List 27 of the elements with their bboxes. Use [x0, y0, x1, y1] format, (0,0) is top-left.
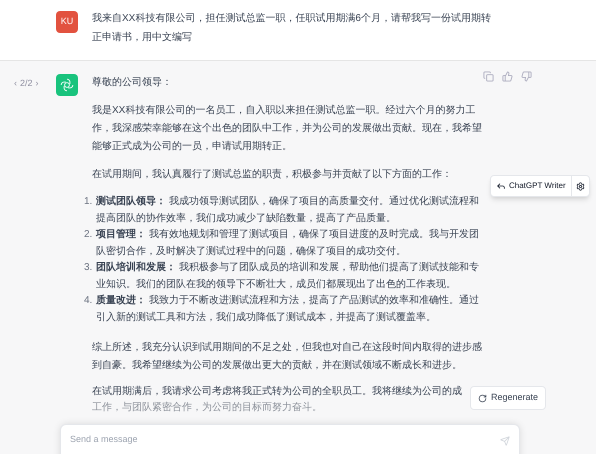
settings-icon: [576, 182, 585, 190]
list-item-text: 团队培训和发展： 我积极参与了团队成员的培训和发展，帮助他们提高了测试技能和专业知识。我们的团队在我的领导下不断壮大，成员们都展现出了出色的工作表现。: [96, 260, 480, 292]
list-item-text: 质量改进： 我致力于不断改进测试流程和方法，提高了产品测试的效率和准确性。通过引入新的测试工具和方法，我们成功降低了测试成本，并提高了测试覆盖率。: [96, 294, 480, 324]
list-item-text: 项目管理： 我有效地规划和管理了测试项目，确保了项目进度的及时完成。我与开发团队密切合作，及时解决了测试过程中的问题，确保了项目的成功交付。: [96, 228, 480, 258]
list-number: 3.: [84, 261, 94, 275]
thumbs-down-icon[interactable]: [521, 71, 532, 82]
list-number: 4.: [84, 294, 94, 308]
pager-count: 2/2: [20, 78, 33, 89]
send-icon[interactable]: [500, 436, 510, 446]
paragraph: 综上所述，我充分认识到试用期间的不足之处，但我也对自己在这段时间内取得的进步感到自豪。我希望继续为公司的发展做出更大的贡献，并在测试领域不断成长和进步。: [92, 340, 483, 373]
reply-icon: [496, 181, 506, 191]
paragraph: 在试用期间，我认真履行了测试总监的职责，积极参与并贡献了以下方面的工作：: [92, 168, 453, 182]
message-field[interactable]: Send a message: [60, 424, 520, 454]
list-item-text: 测试团队领导： 我成功领导测试团队，确保了项目的高质量交付。通过优化测试流程和提高团队的协作效率，我们成功减少了缺陷数量，提高了产品质量。: [96, 194, 480, 226]
greeting-text: 尊敬的公司领导：: [92, 76, 173, 90]
list-number: 2.: [84, 228, 94, 242]
user-message: 我来自XX科技有限公司，担任测试总监一职，任职试用期满6个月，请帮我写一份试用期转正申请书，用中文编写: [92, 12, 492, 45]
list-number: 1.: [84, 195, 94, 209]
copy-icon[interactable]: [483, 71, 494, 82]
thumbs-up-icon[interactable]: [502, 71, 513, 82]
regenerate-button[interactable]: Regenerate: [470, 386, 546, 410]
paragraph-line: 在试用期满后，我请求公司考虑将我正式转为公司的全职员工。我将继续为公司的成: [92, 384, 462, 399]
openai-logo-icon: [60, 78, 74, 92]
paragraph: 我是XX科技有限公司的一名员工，自入职以来担任测试总监一职。经过六个月的努力工作，我深感荣幸能够在这个出色的团队中工作，并为公司的发展做出贡献。现在，我希望能够正式成为公司的一员，申请试用期转正。: [92, 104, 483, 154]
user-avatar: KU: [56, 11, 78, 33]
paragraph-line: 工作，与团队紧密合作，为公司的目标而努力奋斗。: [92, 400, 322, 415]
refresh-icon: [478, 394, 487, 402]
